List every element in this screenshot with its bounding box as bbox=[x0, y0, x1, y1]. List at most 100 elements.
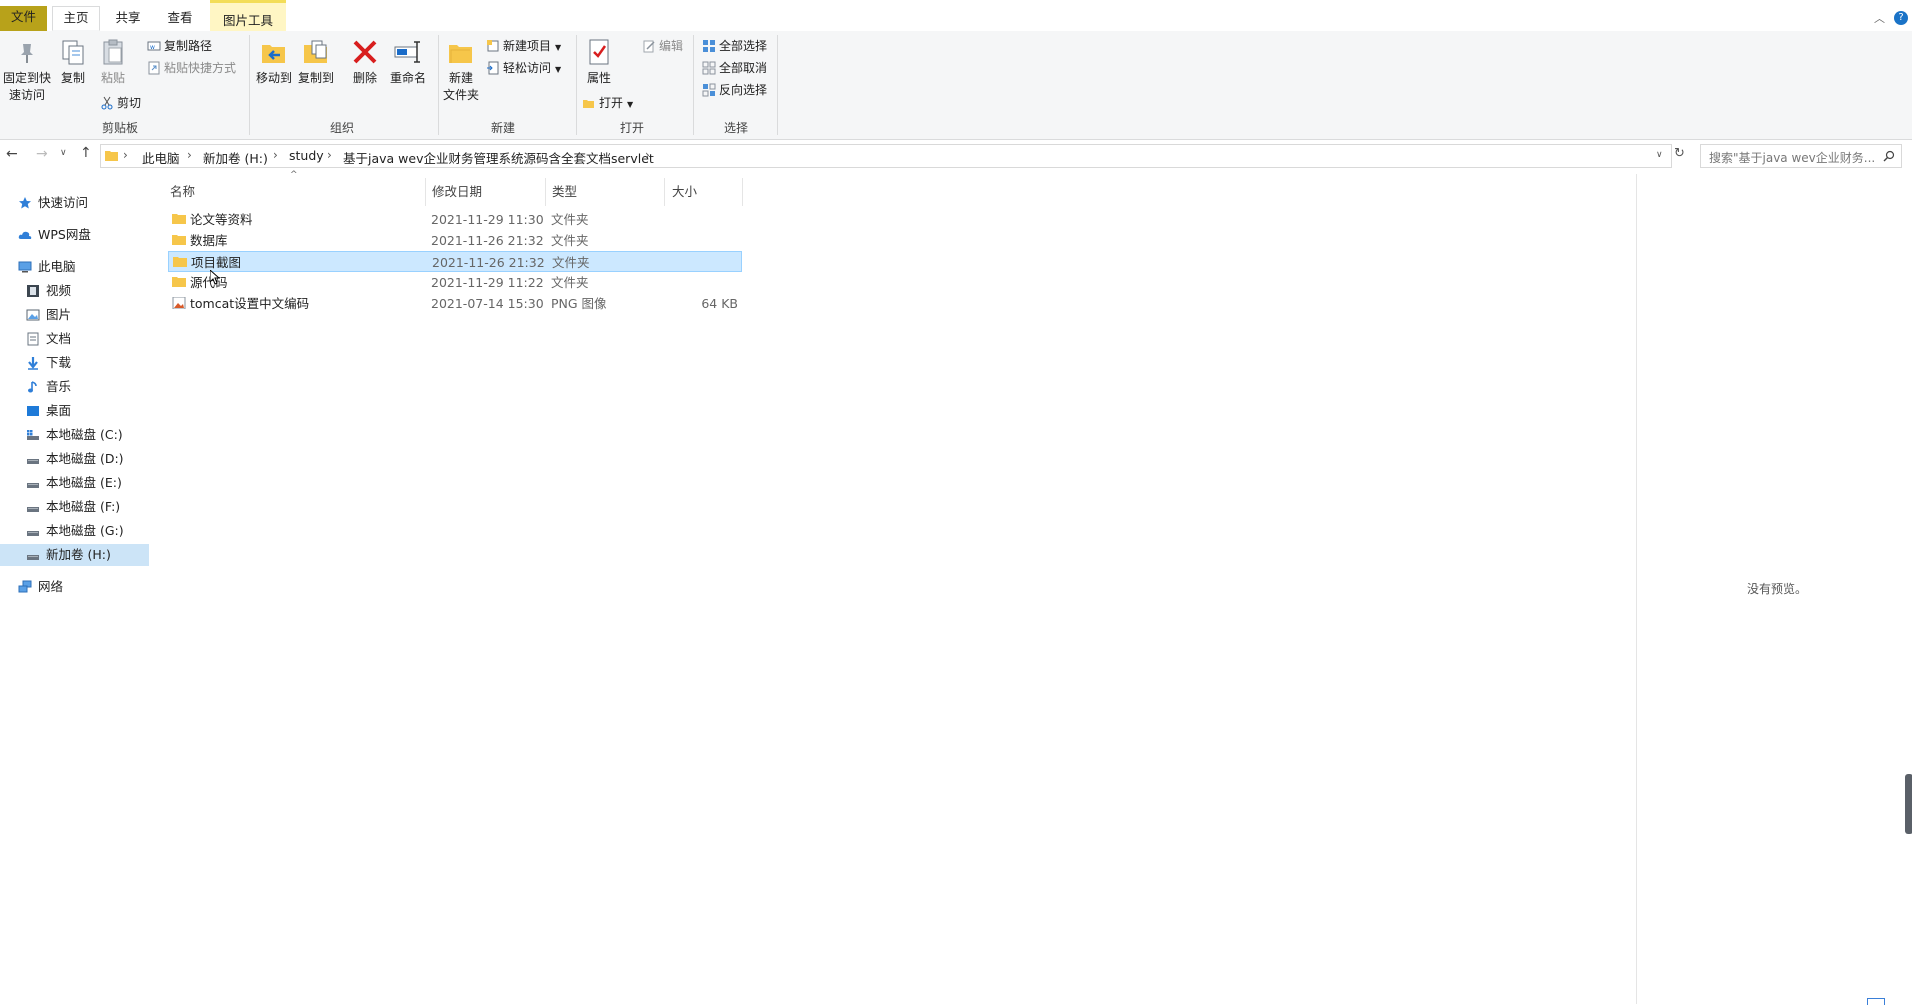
breadcrumb-current-folder[interactable]: 基于java wev企业财务管理系统源码含全套文档servlet bbox=[343, 148, 654, 167]
column-divider[interactable] bbox=[742, 178, 743, 206]
properties-button[interactable]: 属性 bbox=[580, 36, 618, 87]
nav-drive-d-label: 本地磁盘 (D:) bbox=[46, 451, 124, 466]
nav-drive-e[interactable]: 本地磁盘 (E:) bbox=[26, 472, 122, 494]
cloud-icon bbox=[18, 231, 32, 239]
nav-drive-d[interactable]: 本地磁盘 (D:) bbox=[26, 448, 124, 470]
cut-button[interactable]: 剪切 bbox=[100, 94, 141, 112]
rename-label: 重命名 bbox=[389, 71, 426, 85]
chevron-right-icon[interactable]: › bbox=[645, 148, 650, 162]
nav-this-pc[interactable]: 此电脑 bbox=[18, 256, 76, 278]
copy-to-label: 复制到 bbox=[297, 71, 334, 85]
nav-drive-g[interactable]: 本地磁盘 (G:) bbox=[26, 520, 124, 542]
dropdown-arrow-icon: ▼ bbox=[627, 100, 634, 109]
nav-pictures[interactable]: 图片 bbox=[26, 304, 71, 326]
edit-icon bbox=[643, 40, 655, 53]
nav-downloads-label: 下载 bbox=[46, 355, 72, 370]
sort-ascending-icon: ^ bbox=[290, 170, 298, 180]
nav-drive-c[interactable]: 本地磁盘 (C:) bbox=[26, 424, 123, 446]
pin-label: 固定到快 速访问 bbox=[2, 71, 51, 102]
chevron-right-icon[interactable]: › bbox=[123, 148, 128, 162]
address-bar[interactable]: › 此电脑 › 新加卷 (H:) › study › 基于java wev企业财… bbox=[100, 144, 1672, 168]
column-header-date[interactable]: 修改日期 bbox=[432, 180, 482, 204]
tab-share[interactable]: 共享 bbox=[104, 7, 152, 31]
tab-home[interactable]: 主页 bbox=[52, 6, 100, 31]
copy-label: 复制 bbox=[60, 71, 85, 85]
copy-path-button[interactable]: w 复制路径 bbox=[147, 37, 212, 55]
rename-button[interactable]: 重命名 bbox=[388, 36, 428, 87]
file-row[interactable]: 源代码 2021-11-29 11:22 文件夹 bbox=[168, 272, 742, 293]
nav-drive-h[interactable]: 新加卷 (H:) bbox=[0, 544, 149, 566]
copy-path-icon: w bbox=[147, 41, 161, 51]
column-header-size[interactable]: 大小 bbox=[672, 180, 697, 204]
edit-button[interactable]: 编辑 bbox=[642, 37, 683, 55]
nav-videos[interactable]: 视频 bbox=[26, 280, 71, 302]
copy-icon bbox=[62, 40, 84, 65]
easy-access-button[interactable]: 轻松访问 ▼ bbox=[486, 59, 561, 77]
column-header-type[interactable]: 类型 bbox=[552, 180, 577, 204]
star-icon bbox=[19, 197, 31, 209]
new-folder-button[interactable]: 新建 文件夹 bbox=[440, 36, 482, 104]
column-header-name[interactable]: 名称 bbox=[170, 180, 195, 204]
copy-button[interactable]: 复制 bbox=[56, 36, 90, 87]
file-name: 源代码 bbox=[190, 275, 228, 290]
pin-to-quick-access-button[interactable]: 固定到快 速访问 bbox=[2, 36, 52, 104]
tab-view[interactable]: 查看 bbox=[156, 7, 204, 31]
chevron-right-icon[interactable]: › bbox=[327, 148, 332, 162]
paste-button[interactable]: 粘贴 bbox=[96, 36, 130, 87]
nav-music[interactable]: 音乐 bbox=[26, 376, 71, 398]
breadcrumb-this-pc[interactable]: 此电脑 bbox=[142, 148, 180, 167]
forward-arrow-icon[interactable]: → bbox=[36, 146, 48, 162]
new-item-button[interactable]: 新建项目 ▼ bbox=[486, 37, 561, 55]
drive-icon bbox=[27, 507, 39, 512]
collapse-ribbon-icon[interactable]: ︿ bbox=[1874, 10, 1885, 26]
nav-network[interactable]: 网络 bbox=[18, 576, 63, 598]
nav-drive-f[interactable]: 本地磁盘 (F:) bbox=[26, 496, 120, 518]
document-icon bbox=[27, 332, 39, 346]
select-all-button[interactable]: 全部选择 bbox=[702, 37, 767, 55]
address-history-dropdown-icon[interactable]: ∨ bbox=[1656, 150, 1663, 160]
drive-icon bbox=[27, 483, 39, 488]
music-note-icon bbox=[28, 381, 37, 393]
tab-picture-tools[interactable]: 图片工具 bbox=[210, 0, 286, 31]
back-arrow-icon[interactable]: ← bbox=[6, 146, 18, 162]
help-icon[interactable]: ? bbox=[1894, 11, 1908, 25]
file-row[interactable]: 论文等资料 2021-11-29 11:30 文件夹 bbox=[168, 209, 742, 230]
copy-to-icon bbox=[304, 40, 327, 63]
up-arrow-icon[interactable]: ↑ bbox=[80, 145, 92, 161]
select-none-button[interactable]: 全部取消 bbox=[702, 59, 767, 77]
column-divider[interactable] bbox=[545, 178, 546, 206]
select-group-label: 选择 bbox=[723, 121, 748, 135]
delete-button[interactable]: 删除 bbox=[348, 36, 382, 87]
column-divider[interactable] bbox=[664, 178, 665, 206]
search-input-placeholder[interactable]: 搜索"基于java wev企业财务... bbox=[1709, 149, 1875, 166]
tab-file[interactable]: 文件 bbox=[0, 6, 47, 31]
open-button[interactable]: 打开 ▼ bbox=[582, 94, 633, 112]
invert-selection-button[interactable]: 反向选择 bbox=[702, 81, 767, 99]
new-item-label: 新建项目 bbox=[503, 39, 552, 53]
column-divider[interactable] bbox=[425, 178, 426, 206]
scissors-icon bbox=[101, 96, 113, 110]
copy-to-button[interactable]: 复制到 bbox=[296, 36, 336, 87]
address-row: ← → ∨ ↑ › 此电脑 › 新加卷 (H:) › study › 基于jav… bbox=[0, 140, 1912, 174]
breadcrumb-study[interactable]: study bbox=[289, 148, 324, 163]
recent-locations-icon[interactable]: ∨ bbox=[60, 148, 67, 158]
refresh-icon[interactable]: ↻ bbox=[1674, 146, 1685, 161]
chevron-right-icon[interactable]: › bbox=[273, 148, 278, 162]
nav-videos-label: 视频 bbox=[46, 283, 72, 298]
file-row[interactable]: tomcat设置中文编码 2021-07-14 15:30 PNG 图像 64 … bbox=[168, 293, 742, 314]
file-row-selected[interactable]: 项目截图 2021-11-26 21:32 文件夹 bbox=[168, 251, 742, 272]
nav-drive-h-label: 新加卷 (H:) bbox=[46, 547, 111, 562]
nav-documents[interactable]: 文档 bbox=[26, 328, 71, 350]
nav-downloads[interactable]: 下载 bbox=[26, 352, 71, 374]
paste-shortcut-button[interactable]: 粘贴快捷方式 bbox=[147, 59, 236, 77]
chevron-right-icon[interactable]: › bbox=[187, 148, 192, 162]
file-row[interactable]: 数据库 2021-11-26 21:32 文件夹 bbox=[168, 230, 742, 251]
search-box[interactable]: 搜索"基于java wev企业财务... bbox=[1700, 144, 1902, 168]
nav-quick-access[interactable]: 快速访问 bbox=[18, 192, 88, 214]
desktop-icon bbox=[27, 406, 39, 416]
nav-desktop[interactable]: 桌面 bbox=[26, 400, 71, 422]
nav-wps-drive[interactable]: WPS网盘 bbox=[18, 224, 91, 246]
scroll-handle[interactable] bbox=[1905, 774, 1912, 834]
move-to-button[interactable]: 移动到 bbox=[254, 36, 294, 87]
breadcrumb-drive-h[interactable]: 新加卷 (H:) bbox=[203, 148, 268, 167]
